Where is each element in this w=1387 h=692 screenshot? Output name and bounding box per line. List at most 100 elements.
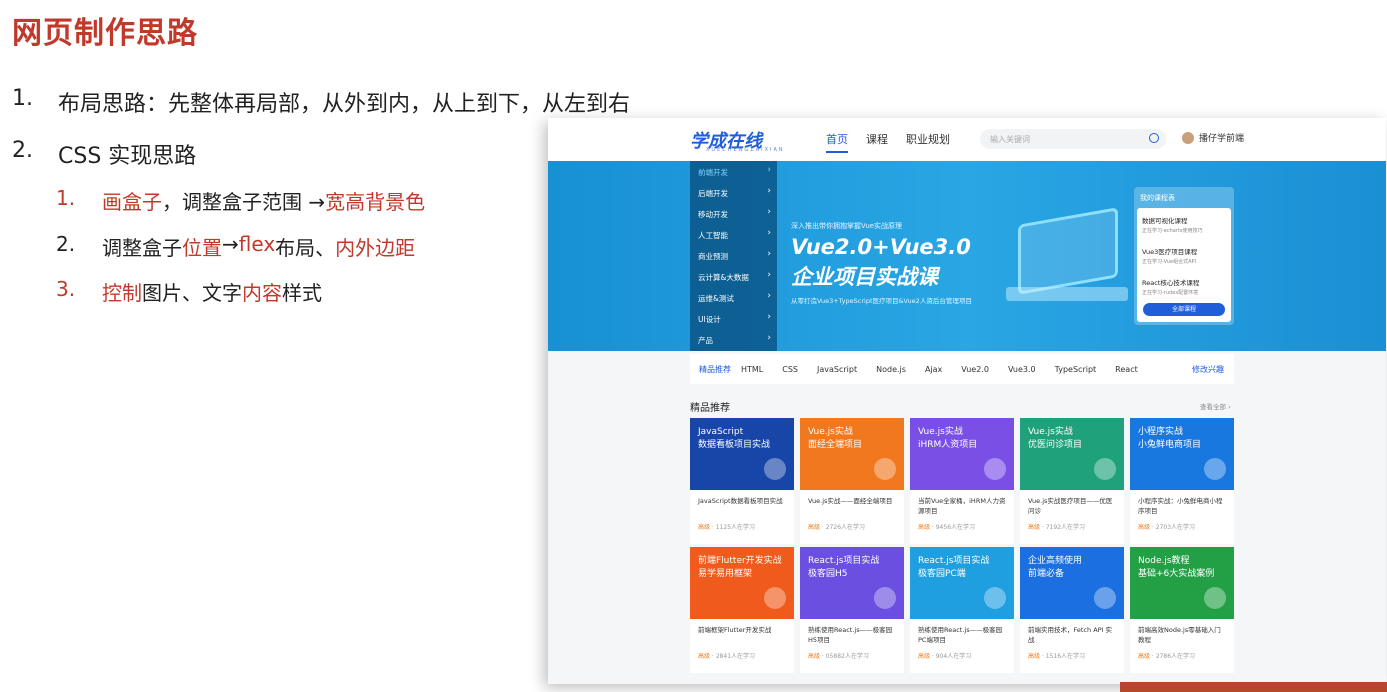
subpoint-highlight: 宽高背景色	[325, 190, 426, 214]
subpoint-1: 1. 画盒子 ，调整盒子范围 → 宽高背景色	[56, 186, 425, 215]
tag-bar-lead: 精品推荐	[699, 364, 731, 374]
course-card-title: Vue.js实战——面经全端项目	[808, 497, 893, 505]
course-card-image-subtitle: 面经全端项目	[808, 440, 863, 450]
tag-item[interactable]: TypeScript	[1055, 365, 1097, 374]
course-card[interactable]: JavaScript 数据看板项目实战 JavaScript数据看板项目实战 高级 ·…	[690, 418, 794, 544]
edit-interests-link[interactable]: 修改兴趣	[1192, 364, 1224, 375]
course-item-status: 正在学习-Vue组合式API	[1142, 259, 1197, 265]
user-name: 播仔学前端	[1199, 134, 1245, 144]
all-courses-button[interactable]: 全部课程	[1143, 303, 1225, 316]
course-level: 高级	[698, 653, 711, 660]
course-card-title: 熟练使用React.js——极客园PC端项目	[918, 626, 1003, 644]
course-card-image-subtitle: 极客园PC端	[918, 569, 966, 579]
course-card[interactable]: 小程序实战 小兔鲜电商项目 小程序实战：小兔鲜电商小程序项目 高级 · 2703人在学…	[1130, 418, 1234, 544]
course-card-meta: 高级 · 1125人在学习	[690, 518, 794, 535]
course-learner-count: · 9456人在学习	[930, 524, 976, 531]
course-level: 高级	[1028, 653, 1041, 660]
course-learner-count: · 1125人在学习	[710, 524, 756, 531]
subpoint-number: 2.	[56, 232, 76, 256]
course-card-image: Node.js教程 基础+6大实战案例	[1130, 547, 1234, 619]
course-card[interactable]: Vue.js实战 优医问诊项目 Vue.js实战医疗项目——优医问诊 高级 · 719…	[1020, 418, 1124, 544]
tag-item[interactable]: JavaScript	[817, 365, 857, 374]
search-placeholder: 输入关键词	[990, 135, 1030, 144]
subpoint-text: 样式	[282, 281, 322, 305]
tag-item[interactable]: Ajax	[925, 365, 942, 374]
subpoint-highlight: flex	[238, 232, 276, 256]
course-badge-icon	[874, 587, 896, 609]
tag-item[interactable]: CSS	[782, 365, 798, 374]
course-card-title: 前端实用技术，Fetch API 实战	[1028, 626, 1113, 644]
slide: 网页制作思路 1. 布局思路：先整体再局部，从外到内，从上到下，从左到右 2. …	[0, 0, 1387, 692]
course-card-image-title: 企业高频使用	[1028, 556, 1083, 566]
course-learner-count: · 2703人在学习	[1150, 524, 1196, 531]
point-2: 2. CSS 实现思路	[12, 138, 196, 170]
course-card-image-title: 前端Flutter开发实战	[698, 556, 782, 566]
course-card[interactable]: React.js项目实战 极客园H5 熟练使用React.js——极客园H5项目 高级…	[800, 547, 904, 673]
nav-career[interactable]: 职业规划	[906, 131, 950, 153]
course-card-meta: 高级 · 2786人在学习	[1130, 647, 1234, 664]
course-item[interactable]: React核心技术课程 正在学习-rudex配置环境	[1142, 277, 1226, 296]
course-item-title: 数据可视化课程	[1142, 217, 1188, 225]
course-card-meta: 高级 · 2726人在学习	[800, 518, 904, 535]
course-card[interactable]: Vue.js实战 面经全端项目 Vue.js实战——面经全端项目高级 · 2726人…	[800, 418, 904, 544]
course-card[interactable]: React.js项目实战 极客园PC端熟练使用React.js——极客园PC端项目…	[910, 547, 1014, 673]
course-item[interactable]: Vue3医疗项目课程 正在学习-Vue组合式API	[1142, 246, 1226, 265]
category-item[interactable]: 人工智能	[690, 224, 777, 245]
nav-home[interactable]: 首页	[826, 131, 848, 153]
tag-item[interactable]: Vue3.0	[1008, 365, 1036, 374]
course-card[interactable]: Node.js教程 基础+6大实战案例前端高效Node.js零基础入门教程 高级 ·…	[1130, 547, 1234, 673]
course-card-meta: 高级 · 904人在学习	[910, 647, 1014, 664]
tag-item[interactable]: React	[1115, 365, 1138, 374]
course-item[interactable]: 数据可视化课程 正在学习-echarts使用技巧	[1142, 215, 1226, 234]
category-item[interactable]: 商业预测	[690, 245, 777, 266]
subpoint-text: 布局、	[275, 236, 336, 260]
subpoint-highlight: 控制	[102, 281, 142, 305]
course-card[interactable]: Vue.js实战 iHRM人资项目 当前Vue全家桶，iHRM人力资源项目 高级 · …	[910, 418, 1014, 544]
search-icon[interactable]	[1149, 133, 1159, 143]
subpoint-highlight: 位置	[182, 236, 222, 260]
user-menu[interactable]: 播仔学前端	[1182, 131, 1244, 144]
course-badge-icon	[984, 587, 1006, 609]
tag-item[interactable]: Vue2.0	[961, 365, 989, 374]
course-card-image-subtitle: 数据看板项目实战	[698, 440, 771, 450]
course-level: 高级	[918, 524, 931, 531]
course-card-image: Vue.js实战 优医问诊项目	[1020, 418, 1124, 490]
course-badge-icon	[984, 458, 1006, 480]
category-item[interactable]: 云计算&大数据	[690, 266, 777, 287]
search-input[interactable]: 输入关键词	[980, 129, 1166, 149]
course-card-image-subtitle: 前端必备	[1028, 569, 1065, 579]
subpoint-number: 1.	[56, 186, 76, 210]
banner-promo: 深入推出带你拥抱掌握Vue实战原理	[791, 222, 903, 230]
course-item-title: React核心技术课程	[1142, 279, 1200, 287]
course-card-image: React.js项目实战 极客园PC端	[910, 547, 1014, 619]
course-badge-icon	[1094, 587, 1116, 609]
avatar	[1182, 131, 1194, 144]
course-badge-icon	[764, 587, 786, 609]
tag-item[interactable]: HTML	[741, 365, 763, 374]
website-screenshot: 学成在线 XUECHENGZAIXIAN 首页 课程 职业规划 输入关键词 播仔…	[548, 118, 1386, 684]
my-courses-panel: 我的课程表 数据可视化课程 正在学习-echarts使用技巧 Vue3医疗项目课…	[1134, 187, 1234, 325]
point-number: 2.	[12, 138, 33, 163]
category-item[interactable]: 运维&测试	[690, 287, 777, 308]
nav-courses[interactable]: 课程	[866, 131, 888, 153]
course-card-image-title: Vue.js实战	[808, 427, 853, 437]
course-card[interactable]: 前端Flutter开发实战 易学易用框架 前端框架Flutter开发实战 高级 · 2…	[690, 547, 794, 673]
monitor-base-illustration	[1006, 287, 1128, 301]
category-item[interactable]: UI设计	[690, 308, 777, 329]
banner-headline: 企业项目实战课	[791, 265, 938, 289]
tag-bar: 精品推荐 HTML CSS JavaScript Node.js Ajax Vu…	[690, 354, 1234, 384]
course-level: 高级	[808, 524, 821, 531]
category-item[interactable]: 产品	[690, 329, 777, 350]
category-item[interactable]: 前端开发	[690, 161, 777, 182]
course-card-image-subtitle: 基础+6大实战案例	[1138, 569, 1215, 579]
course-level: 高级	[1138, 524, 1151, 531]
course-card-image: React.js项目实战 极客园H5	[800, 547, 904, 619]
course-card-title: 前端高效Node.js零基础入门教程	[1138, 626, 1221, 644]
site-nav: 首页 课程 职业规划	[826, 131, 950, 153]
course-card[interactable]: 企业高频使用 前端必备前端实用技术，Fetch API 实战高级 · 1516人在…	[1020, 547, 1124, 673]
tag-item[interactable]: Node.js	[876, 365, 906, 374]
category-item[interactable]: 后端开发	[690, 182, 777, 203]
course-learner-count: · 1516人在学习	[1040, 653, 1086, 660]
view-all-link[interactable]: 查看全部 ›	[1200, 401, 1231, 411]
category-item[interactable]: 移动开发	[690, 203, 777, 224]
